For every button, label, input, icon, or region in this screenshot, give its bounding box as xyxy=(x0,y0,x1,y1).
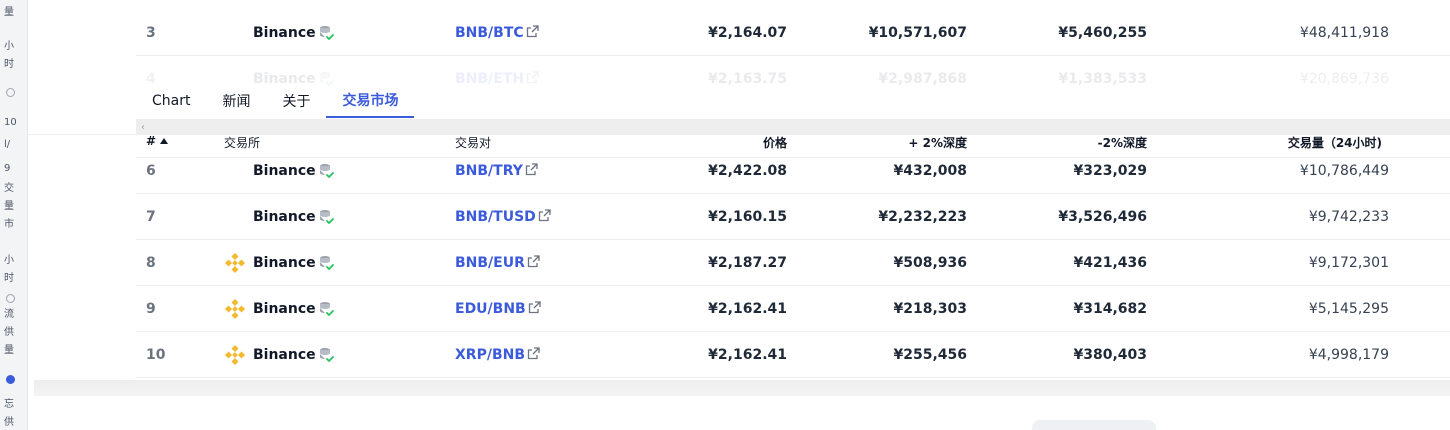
pair-label: BNB/BTC xyxy=(455,25,524,41)
gutter-char: 小 xyxy=(4,255,14,266)
plus-depth-cell: ¥255,456 xyxy=(893,347,967,363)
price-cell: ¥2,162.41 xyxy=(708,347,787,363)
exchange-name[interactable]: Binance xyxy=(253,10,316,56)
rank-cell: 7 xyxy=(146,209,156,225)
section-tabs: Chart 新闻 关于 交易市场 xyxy=(136,84,1450,118)
pair-link[interactable]: XRP/BNB xyxy=(455,332,540,378)
binance-logo-icon xyxy=(223,240,247,286)
minus-depth-cell: ¥314,682 xyxy=(1073,301,1147,317)
load-more-button[interactable] xyxy=(1032,420,1156,430)
gutter-char: 10 xyxy=(4,117,17,128)
tab-markets[interactable]: 交易市场 xyxy=(326,84,415,118)
tab-chart[interactable]: Chart xyxy=(136,84,206,118)
minus-depth-cell: ¥421,436 xyxy=(1073,255,1147,271)
price-cell: ¥2,160.15 xyxy=(708,209,787,225)
database-check-icon xyxy=(317,194,335,240)
pair-link[interactable]: BNB/BTC xyxy=(455,10,539,56)
price-cell: ¥2,187.27 xyxy=(708,255,787,271)
volume-cell: ¥9,742,233 xyxy=(1308,209,1389,225)
tab-about[interactable]: 关于 xyxy=(266,84,326,118)
gutter-char: 忘 xyxy=(4,399,14,410)
external-link-icon[interactable] xyxy=(525,254,540,272)
pair-link[interactable]: BNB/TUSD xyxy=(455,194,551,240)
minus-depth-cell: ¥380,403 xyxy=(1073,347,1147,363)
volume-cell: ¥48,411,918 xyxy=(1299,25,1389,41)
minus-depth-cell: ¥5,460,255 xyxy=(1058,25,1147,41)
gutter-char: 小 xyxy=(4,41,14,52)
volume-cell: ¥5,145,295 xyxy=(1308,301,1389,317)
exchange-name[interactable]: Binance xyxy=(253,332,316,378)
database-check-icon xyxy=(317,286,335,332)
gutter-char: 供 xyxy=(4,327,14,338)
external-link-icon[interactable] xyxy=(536,208,551,226)
column-header-exchange[interactable]: 交易所 xyxy=(224,134,260,151)
radio-icon[interactable] xyxy=(6,294,15,303)
column-header-volume[interactable]: 交易量（24小时) xyxy=(1288,134,1382,151)
plus-depth-cell: ¥2,232,223 xyxy=(878,209,967,225)
table-row[interactable]: 7 Binance BNB/TUSD ¥2,160.15 ¥2,232,223 ¥3,52… xyxy=(136,194,1450,240)
rank-cell: 9 xyxy=(146,301,156,317)
volume-cell: ¥9,172,301 xyxy=(1308,255,1389,271)
external-link-icon[interactable] xyxy=(526,300,541,318)
price-cell: ¥2,164.07 xyxy=(708,25,787,41)
table-row[interactable]: 10 Binance XRP/BNB ¥2,162.41 ¥255,456 ¥380,40… xyxy=(136,332,1450,378)
column-header-rank[interactable]: # xyxy=(146,134,169,148)
sort-ascending-icon xyxy=(160,138,169,144)
database-check-icon xyxy=(317,10,335,56)
gutter-char: 供 xyxy=(4,417,14,428)
gutter-char: 量 xyxy=(4,345,14,356)
divider xyxy=(28,134,138,135)
gutter-char: 量 xyxy=(4,7,14,18)
exchange-name[interactable]: Binance xyxy=(253,194,316,240)
external-link-icon[interactable] xyxy=(524,24,539,42)
exchange-name[interactable]: Binance xyxy=(253,286,316,332)
gutter-char: 时 xyxy=(4,59,14,70)
binance-logo-icon xyxy=(223,286,247,332)
plus-depth-cell: ¥508,936 xyxy=(893,255,967,271)
gutter-char: 时 xyxy=(4,273,14,284)
pair-label: BNB/TUSD xyxy=(455,209,536,225)
gutter-char: l/ xyxy=(4,139,11,150)
column-header-label: # xyxy=(146,134,157,148)
tab-news[interactable]: 新闻 xyxy=(206,84,266,118)
plus-depth-cell: ¥10,571,607 xyxy=(868,25,967,41)
database-check-icon xyxy=(317,240,335,286)
gutter-char: 流 xyxy=(4,309,14,320)
minus-depth-cell: ¥3,526,496 xyxy=(1058,209,1147,225)
bottom-scrollbar[interactable] xyxy=(34,380,1450,396)
pair-link[interactable]: BNB/EUR xyxy=(455,240,540,286)
table-header: # 交易所 交易对 价格 + 2%深度 -2%深度 交易量（24小时) xyxy=(136,126,1450,158)
rank-cell: 8 xyxy=(146,255,156,271)
external-link-icon[interactable] xyxy=(525,346,540,364)
rank-cell: 3 xyxy=(146,25,156,41)
rank-cell: 10 xyxy=(146,347,166,363)
gutter-char: 9 xyxy=(4,163,11,174)
gutter-char: 交 xyxy=(4,183,14,194)
exchange-name[interactable]: Binance xyxy=(253,240,316,286)
pair-label: BNB/TRY xyxy=(455,163,523,179)
plus-depth-cell: ¥218,303 xyxy=(893,301,967,317)
pair-label: XRP/BNB xyxy=(455,347,526,363)
markets-page: 量 小 时 10 l/ 9 交 量 市 小 时 流 供 量 忘 供 3 Binan… xyxy=(0,0,1450,430)
column-header-price[interactable]: 价格 xyxy=(763,134,787,151)
binance-logo-icon xyxy=(223,332,247,378)
side-panel-clipped: 量 小 时 10 l/ 9 交 量 市 小 时 流 供 量 忘 供 xyxy=(0,0,28,430)
column-header-minus-depth[interactable]: -2%深度 xyxy=(1098,134,1147,151)
table-row[interactable]: 9 Binance EDU/BNB ¥2,162.41 ¥218,303 ¥314,682… xyxy=(136,286,1450,332)
radio-icon[interactable] xyxy=(6,88,15,97)
external-link-icon[interactable] xyxy=(523,162,538,180)
column-header-plus-depth[interactable]: + 2%深度 xyxy=(908,134,967,151)
pair-label: BNB/EUR xyxy=(455,255,525,271)
database-check-icon xyxy=(317,332,335,378)
gutter-char: 量 xyxy=(4,201,14,212)
table-row[interactable]: 3 Binance BNB/BTC ¥2,164.07 ¥10,571,607 ¥5,46… xyxy=(136,10,1450,56)
info-icon[interactable] xyxy=(6,375,15,384)
column-header-pair[interactable]: 交易对 xyxy=(455,134,491,151)
gutter-char: 市 xyxy=(4,219,14,230)
volume-cell: ¥4,998,179 xyxy=(1308,347,1389,363)
table-row[interactable]: 8 Binance BNB/EUR ¥2,187.27 ¥508,936 ¥421,436… xyxy=(136,240,1450,286)
price-cell: ¥2,162.41 xyxy=(708,301,787,317)
pair-link[interactable]: EDU/BNB xyxy=(455,286,541,332)
pair-label: EDU/BNB xyxy=(455,301,526,317)
